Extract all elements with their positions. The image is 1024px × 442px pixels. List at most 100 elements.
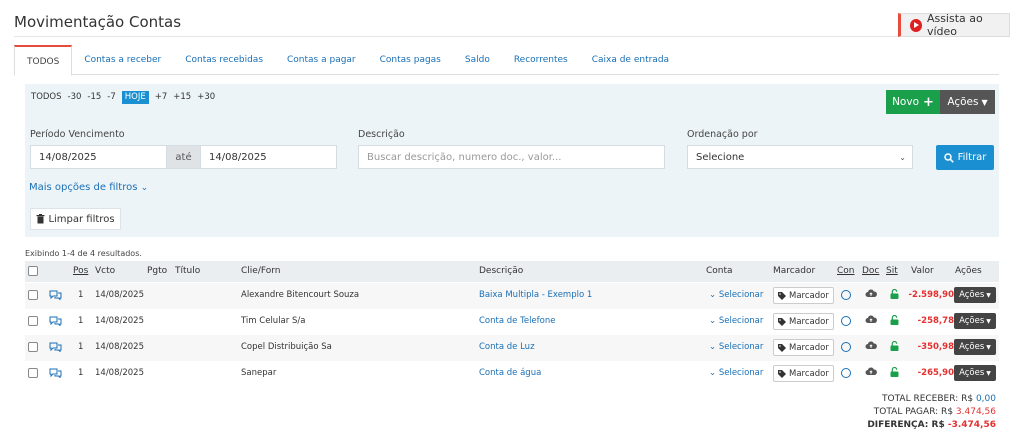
quick-filter-minus-7[interactable]: -7 [107,91,115,104]
date-from-input[interactable]: 14/08/2025 [30,145,167,169]
cloud-upload-icon[interactable] [865,315,877,324]
tab-contas-pagas[interactable]: Contas pagas [368,45,453,75]
periodo-label: Período Vencimento [30,129,125,140]
quick-filter-plus-7[interactable]: +7 [155,91,168,104]
col-pos[interactable]: Pos [73,266,88,276]
row-descricao-link[interactable]: Conta de água [479,368,541,378]
ordenacao-label: Ordenação por [687,129,758,140]
table-row: 1 14/08/2025 Copel Distribuição Sa Conta de… [25,335,999,361]
col-titulo[interactable]: Título [175,266,200,276]
conciliado-status-icon[interactable] [841,368,851,378]
plus-icon: + [923,94,934,110]
row-conta-select[interactable]: ⌄ Selecionar [709,368,763,378]
cloud-upload-icon[interactable] [865,341,877,350]
col-conta: Conta [706,266,733,276]
row-acoes-button[interactable]: Ações ▼ [954,313,996,329]
more-filters-label: Mais opções de filtros [29,182,138,193]
row-acoes-button[interactable]: Ações ▼ [954,339,996,355]
quick-filter-minus-15[interactable]: -15 [87,91,101,104]
col-sit[interactable]: Sit [886,266,898,276]
row-conta-label: Selecionar [718,316,764,326]
col-doc[interactable]: Doc [862,266,879,276]
chevron-down-icon: ⌄ [140,183,149,193]
chevron-down-icon: ▼ [986,291,991,299]
row-marcador-button[interactable]: Marcador [773,365,834,382]
col-con[interactable]: Con [837,266,855,276]
row-vcto: 14/08/2025 [95,342,144,352]
conciliado-status-icon[interactable] [841,316,851,326]
select-all-checkbox[interactable] [28,266,38,276]
row-marcador-button[interactable]: Marcador [773,313,834,330]
row-marcador-button[interactable]: Marcador [773,339,834,356]
row-checkbox[interactable] [28,316,38,326]
quick-filter-plus-30[interactable]: +30 [197,91,215,104]
row-descricao-link[interactable]: Baixa Multipla - Exemplo 1 [479,290,592,300]
row-cliforn: Copel Distribuição Sa [241,342,332,352]
date-to-input[interactable]: 14/08/2025 [200,145,337,169]
row-acoes-button[interactable]: Ações ▼ [954,287,996,303]
quick-filter-plus-15[interactable]: +15 [173,91,191,104]
acoes-dropdown-button[interactable]: Ações ▼ [940,90,995,114]
comments-icon[interactable] [49,368,62,378]
limpar-filtros-button[interactable]: Limpar filtros [30,208,121,230]
col-vcto[interactable]: Vcto [95,266,115,276]
row-vcto: 14/08/2025 [95,368,144,378]
total-receber-value: 0,00 [975,394,996,404]
total-receber: TOTAL RECEBER: R$ 0,00 [882,394,996,404]
row-checkbox[interactable] [28,368,38,378]
watch-video-button[interactable]: Assista ao vídeo [898,12,1010,38]
filtrar-button[interactable]: Filtrar [936,145,994,170]
tab-caixa-de-entrada[interactable]: Caixa de entrada [580,45,681,75]
comments-icon[interactable] [49,290,62,300]
col-acoes: Ações [955,266,982,276]
row-descricao-link[interactable]: Conta de Luz [479,342,535,352]
row-conta-select[interactable]: ⌄ Selecionar [709,316,763,326]
tab-contas-recebidas[interactable]: Contas recebidas [173,45,275,75]
tab-todos[interactable]: TODOS [14,45,73,76]
row-acoes-button[interactable]: Ações ▼ [954,365,996,381]
tab-recorrentes[interactable]: Recorrentes [502,45,580,75]
more-filters-link[interactable]: Mais opções de filtros ⌄ [29,182,148,193]
unlock-icon[interactable] [890,341,899,351]
chevron-down-icon: ⌄ [899,153,906,162]
novo-button[interactable]: Novo + [886,90,940,114]
tab-contas-a-receber[interactable]: Contas a receber [72,45,173,75]
tab-contas-a-pagar[interactable]: Contas a pagar [275,45,368,75]
row-conta-select[interactable]: ⌄ Selecionar [709,290,763,300]
trash-icon [36,214,45,224]
row-descricao-link[interactable]: Conta de Telefone [479,316,555,326]
tab-saldo[interactable]: Saldo [453,45,502,75]
tag-icon [778,369,786,378]
conciliado-status-icon[interactable] [841,342,851,352]
table-row: 1 14/08/2025 Sanepar Conta de água ⌄ Selecio… [25,361,999,387]
chevron-down-icon: ⌄ [709,316,719,326]
comments-icon[interactable] [49,342,62,352]
chevron-down-icon: ⌄ [709,368,719,378]
ordenacao-select[interactable]: Selecione ⌄ [687,145,913,169]
diferenca-value: -3.474,56 [947,420,996,430]
col-descricao[interactable]: Descrição [479,266,523,276]
row-conta-label: Selecionar [718,368,764,378]
row-marcador-button[interactable]: Marcador [773,287,834,304]
quick-filter-minus-30[interactable]: -30 [68,91,82,104]
diferenca-label: DIFERENÇA: R$ [867,420,945,430]
row-vcto: 14/08/2025 [95,290,144,300]
cloud-upload-icon[interactable] [865,289,877,298]
conciliado-status-icon[interactable] [841,290,851,300]
row-checkbox[interactable] [28,342,38,352]
col-pgto[interactable]: Pgto [147,266,167,276]
filter-panel: TODOS -30 -15 -7 HOJE +7 +15 +30 Novo + … [25,84,999,237]
row-conta-select[interactable]: ⌄ Selecionar [709,342,763,352]
comments-icon[interactable] [49,316,62,326]
unlock-icon[interactable] [890,315,899,325]
col-cliforn[interactable]: Clie/Forn [241,266,280,276]
quick-filter-todos[interactable]: TODOS [31,91,62,104]
unlock-icon[interactable] [890,289,899,299]
descricao-search-input[interactable]: Buscar descrição, numero doc., valor... [358,145,665,169]
unlock-icon[interactable] [890,367,899,377]
quick-filter-hoje[interactable]: HOJE [121,91,149,104]
total-pagar: TOTAL PAGAR: R$ 3.474,56 [874,407,996,417]
row-checkbox[interactable] [28,290,38,300]
row-pos: 1 [78,368,84,378]
cloud-upload-icon[interactable] [865,367,877,376]
